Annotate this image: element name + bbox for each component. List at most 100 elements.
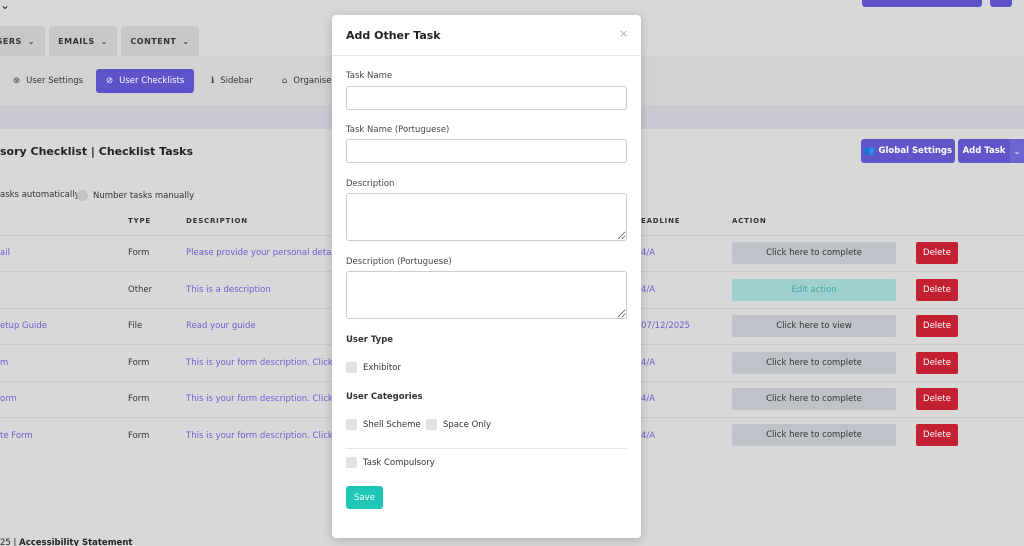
task-deadline: 4/A <box>641 394 656 404</box>
save-button[interactable]: Save <box>346 486 383 509</box>
footer-year: 25 <box>0 538 11 546</box>
task-name-pt-input[interactable] <box>346 139 627 163</box>
delete-button[interactable]: Delete <box>916 352 958 374</box>
shell-scheme-checkbox[interactable]: Shell Scheme <box>346 419 421 430</box>
bank-icon: ⌂ <box>282 76 288 86</box>
checkbox[interactable] <box>426 419 437 430</box>
modal-title: Add Other Task <box>346 29 441 42</box>
subnav-user-checklists[interactable]: ⊘ User Checklists <box>96 69 195 93</box>
subnav-label: User Checklists <box>119 76 185 86</box>
column-header-type: TYPE <box>128 217 151 225</box>
task-name-input[interactable] <box>346 86 627 110</box>
subnav-organise[interactable]: ⌂ Organise <box>282 69 331 93</box>
delete-button[interactable]: Delete <box>916 242 958 264</box>
subnav-sidebar[interactable]: ℹ Sidebar <box>211 69 253 93</box>
chevron-down-icon: ⌄ <box>182 36 190 46</box>
footer: 25 | Accessibility Statement <box>0 538 132 546</box>
checkbox[interactable] <box>346 362 357 373</box>
subnav-user-settings[interactable]: ⊛ User Settings <box>13 69 83 93</box>
checkbox-label: Exhibitor <box>363 362 401 373</box>
description-textarea[interactable] <box>346 193 627 241</box>
modal-divider <box>346 448 627 449</box>
footer-separator: | <box>13 538 17 546</box>
task-name-label: Task Name <box>346 71 393 81</box>
task-deadline: 4/A <box>641 358 656 368</box>
task-type: Form <box>128 248 150 258</box>
tab-emails[interactable]: EMAILS ⌄ <box>49 26 117 56</box>
page-title: sory Checklist | Checklist Tasks <box>0 145 194 158</box>
tab-content[interactable]: CONTENT ⌄ <box>121 26 199 56</box>
delete-button[interactable]: Delete <box>916 424 958 446</box>
radio-label: Number tasks manually <box>93 190 195 201</box>
tab-label: SERS <box>0 36 22 46</box>
close-icon[interactable]: × <box>619 27 628 40</box>
action-button[interactable]: Click here to complete <box>732 352 896 374</box>
header-menu-button[interactable] <box>990 0 1012 7</box>
delete-button[interactable]: Delete <box>916 388 958 410</box>
radio-button[interactable] <box>77 190 88 201</box>
chevron-down-icon: ⌄ <box>1013 146 1021 156</box>
description-label: Description <box>346 179 395 189</box>
column-header-deadline: EADLINE <box>641 217 681 225</box>
description-pt-label: Description (Portuguese) <box>346 257 452 267</box>
action-button[interactable]: Click here to view <box>732 315 896 337</box>
task-deadline: 07/12/2025 <box>641 321 690 331</box>
chevron-down-icon: ⌄ <box>100 36 108 46</box>
task-description: This is your form description. Click he <box>186 358 347 368</box>
exhibitor-checkbox[interactable]: Exhibitor <box>346 362 401 373</box>
task-type: Form <box>128 358 150 368</box>
checkbox-label: Space Only <box>443 419 492 430</box>
task-name-pt-label: Task Name (Portuguese) <box>346 125 450 135</box>
chevron-down-icon: ⌄ <box>27 36 35 46</box>
add-task-dropdown-toggle[interactable]: ⌄ <box>1010 139 1024 163</box>
action-button[interactable]: Click here to complete <box>732 242 896 264</box>
add-task-button[interactable]: Add Task <box>958 139 1010 163</box>
task-name[interactable]: m <box>0 358 8 368</box>
global-settings-button[interactable]: 👥 Global Settings <box>861 139 955 163</box>
tab-users[interactable]: SERS ⌄ <box>0 26 45 56</box>
task-name[interactable]: etup Guide <box>0 321 47 331</box>
check-circle-icon: ⊘ <box>106 76 114 86</box>
task-type: File <box>128 321 143 331</box>
task-name[interactable]: ail <box>0 248 10 258</box>
accessibility-statement-link[interactable]: Accessibility Statement <box>19 538 132 546</box>
task-deadline: 4/A <box>641 248 656 258</box>
subnav-label: Sidebar <box>220 76 253 86</box>
checkbox[interactable] <box>346 457 357 468</box>
subnav-label: User Settings <box>26 76 84 86</box>
task-type: Form <box>128 431 150 441</box>
logo-icon: ⌄ <box>0 0 11 12</box>
action-button[interactable]: Click here to complete <box>732 424 896 446</box>
edit-action-button[interactable]: Edit action <box>732 279 896 301</box>
radio-manual[interactable]: Number tasks manually <box>77 190 194 201</box>
user-categories-heading: User Categories <box>346 392 423 402</box>
column-header-description: DESCRIPTION <box>186 217 248 225</box>
task-deadline: 4/A <box>641 285 656 295</box>
task-deadline: 4/A <box>641 431 656 441</box>
dashboard-icon: ⊛ <box>13 76 21 86</box>
header-action-button[interactable] <box>862 0 982 7</box>
description-pt-textarea[interactable] <box>346 271 627 319</box>
delete-button[interactable]: Delete <box>916 279 958 301</box>
task-name[interactable]: te Form <box>0 431 33 441</box>
task-name[interactable]: orm <box>0 394 17 404</box>
checkbox[interactable] <box>346 419 357 430</box>
task-description: This is your form description. Click he <box>186 431 347 441</box>
column-header-action: ACTION <box>732 217 767 225</box>
modal-divider <box>332 55 641 56</box>
task-compulsory-checkbox[interactable]: Task Compulsory <box>346 457 435 468</box>
task-description: Read your guide <box>186 321 256 331</box>
info-icon: ℹ <box>211 76 215 86</box>
space-only-checkbox[interactable]: Space Only <box>426 419 491 430</box>
add-other-task-modal: Add Other Task × Task Name Task Name (Po… <box>332 15 641 538</box>
radio-auto-label[interactable]: asks automatically <box>0 190 80 200</box>
task-type: Form <box>128 394 150 404</box>
action-button[interactable]: Click here to complete <box>732 388 896 410</box>
task-type: Other <box>128 285 153 295</box>
tab-label: EMAILS <box>58 36 95 46</box>
task-description: Please provide your personal detail <box>186 248 337 258</box>
tab-label: CONTENT <box>130 36 177 46</box>
users-icon: 👥 <box>863 146 875 156</box>
delete-button[interactable]: Delete <box>916 315 958 337</box>
checkbox-label: Shell Scheme <box>363 419 421 430</box>
